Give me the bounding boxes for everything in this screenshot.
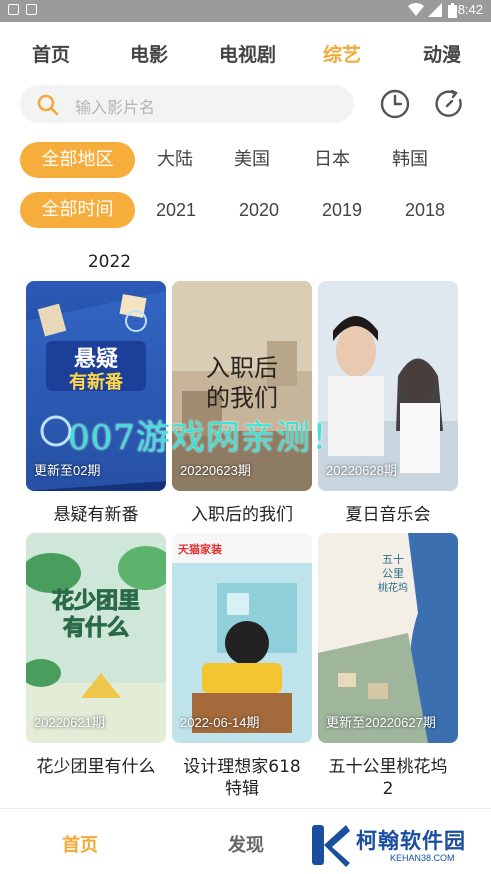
- watermark-text: 007游戏网亲测！: [68, 418, 346, 458]
- svg-text:桃花坞: 桃花坞: [378, 581, 408, 594]
- filter-region-japan[interactable]: 日本: [302, 142, 362, 178]
- bottom-tab-discover[interactable]: 发现: [228, 831, 264, 857]
- filter-year-2021[interactable]: 2021: [146, 192, 206, 228]
- show-card[interactable]: 五十 公里 桃花坞 更新至20220627期: [318, 533, 458, 743]
- svg-text:天猫家装: 天猫家装: [178, 542, 222, 556]
- show-title[interactable]: 入职后的我们: [167, 504, 317, 526]
- tab-tv-series[interactable]: 电视剧: [219, 40, 276, 67]
- tab-home[interactable]: 首页: [32, 40, 70, 67]
- bottom-tab-home[interactable]: 首页: [62, 831, 98, 857]
- show-card[interactable]: 花少团里 有什么 20220621期: [26, 533, 166, 743]
- logo-url: KEHAN38.COM: [390, 853, 455, 863]
- filter-region-mainland[interactable]: 大陆: [145, 142, 205, 178]
- search-input[interactable]: 输入影片名: [20, 85, 354, 123]
- show-title[interactable]: 五十公里桃花坞 2: [313, 756, 463, 800]
- show-title[interactable]: 设计理想家618 特辑: [167, 756, 317, 800]
- filter-year-2019[interactable]: 2019: [312, 192, 372, 228]
- filter-year-all[interactable]: 全部时间: [20, 192, 135, 228]
- show-title[interactable]: 夏日音乐会: [313, 504, 463, 526]
- episode-badge: 2022-06-14期: [180, 715, 260, 730]
- filter-year-2018[interactable]: 2018: [395, 192, 455, 228]
- svg-text:有新番: 有新番: [69, 371, 124, 393]
- signal-icon: [428, 3, 442, 17]
- svg-text:五十: 五十: [382, 552, 404, 566]
- search-placeholder: 输入影片名: [75, 98, 156, 117]
- status-bar: 8:42: [0, 0, 491, 22]
- filter-region-usa[interactable]: 美国: [222, 142, 282, 178]
- wifi-icon: [408, 3, 424, 16]
- show-title-line: 五十公里桃花坞: [328, 757, 448, 777]
- show-card[interactable]: 天猫家装 2022-06-14期: [172, 533, 312, 743]
- tab-anime[interactable]: 动漫: [423, 40, 461, 67]
- episode-badge: 更新至20220627期: [326, 715, 436, 730]
- filter-region-all[interactable]: 全部地区: [20, 142, 135, 178]
- show-card[interactable]: 入职后 的我们 20220623期: [172, 281, 312, 491]
- search-icon: [37, 94, 59, 116]
- episode-badge: 20220623期: [180, 463, 251, 478]
- episode-badge: 更新至02期: [34, 463, 101, 478]
- battery-icon: [448, 3, 457, 18]
- partial-year-label: 2022: [87, 252, 132, 272]
- show-title-line: 特辑: [225, 779, 259, 799]
- status-time: 8:42: [457, 2, 483, 17]
- show-card[interactable]: 20220628期: [318, 281, 458, 491]
- svg-text:入职后: 入职后: [206, 354, 278, 382]
- show-title-line: 设计理想家618: [183, 757, 301, 777]
- episode-badge: 20220628期: [326, 463, 397, 478]
- logo-mark-icon: [312, 825, 350, 867]
- show-title[interactable]: 悬疑有新番: [21, 504, 171, 526]
- site-logo: 柯翰软件园 KEHAN38.COM: [310, 823, 480, 871]
- tab-variety[interactable]: 综艺: [323, 40, 361, 67]
- episode-badge: 20220621期: [34, 715, 105, 730]
- svg-text:公里: 公里: [382, 567, 404, 580]
- bottom-navigation: 首页 发现 柯翰软件园 KEHAN38.COM: [0, 808, 491, 874]
- region-filter-row: 全部地区 大陆 美国 日本 韩国: [0, 142, 491, 180]
- notification-icon: [8, 4, 19, 15]
- clock-icon[interactable]: [379, 88, 411, 120]
- refresh-icon[interactable]: [434, 88, 466, 120]
- svg-text:花少团里: 花少团里: [52, 588, 140, 614]
- show-title[interactable]: 花少团里有什么: [21, 756, 171, 778]
- app-notification-icon: [26, 4, 37, 15]
- filter-region-korea[interactable]: 韩国: [380, 142, 440, 178]
- svg-text:有什么: 有什么: [63, 615, 129, 641]
- filter-year-2020[interactable]: 2020: [229, 192, 289, 228]
- year-filter-row: 全部时间 2021 2020 2019 2018: [0, 192, 491, 230]
- show-card[interactable]: 悬疑 有新番 更新至02期: [26, 281, 166, 491]
- tab-movies[interactable]: 电影: [130, 40, 168, 67]
- category-tabs: 首页 电影 电视剧 综艺 动漫: [0, 22, 491, 84]
- logo-name: 柯翰软件园: [356, 829, 466, 853]
- show-title-line: 2: [382, 779, 394, 799]
- svg-text:悬疑: 悬疑: [74, 347, 118, 372]
- svg-text:的我们: 的我们: [206, 384, 278, 412]
